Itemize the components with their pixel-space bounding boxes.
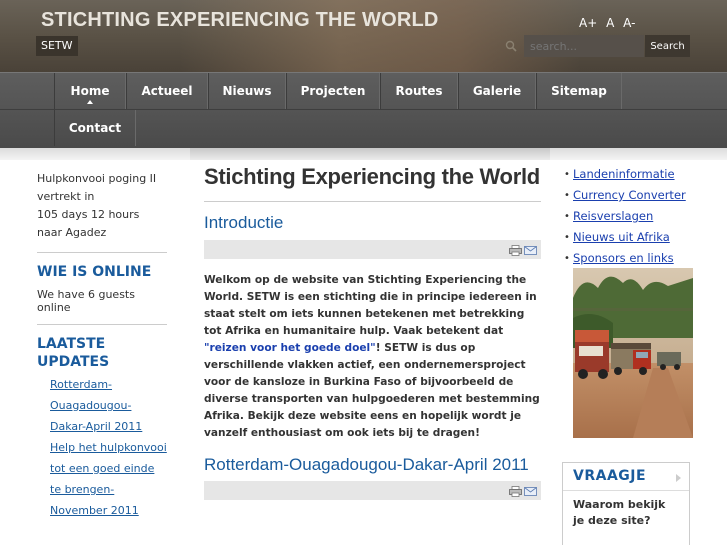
countdown-module: Hulpkonvooi poging II vertrekt in 105 da… bbox=[37, 170, 167, 242]
latest-updates-list: Rotterdam-Ouagadougou-Dakar-April 2011 H… bbox=[37, 374, 167, 521]
latest-updates-heading: LAATSTE UPDATES bbox=[37, 336, 110, 370]
nav-label: Galerie bbox=[472, 84, 522, 98]
quick-link[interactable]: Nieuws uit Afrika bbox=[573, 230, 670, 244]
site-abbreviation: SETW bbox=[36, 36, 78, 56]
nav-item-nieuws[interactable]: Nieuws bbox=[208, 73, 286, 109]
article-text: Welkom op de website van Stichting Exper… bbox=[204, 274, 537, 337]
main-navigation: Home Actueel Nieuws Projecten Routes Gal… bbox=[0, 72, 727, 148]
divider bbox=[37, 324, 167, 325]
truck-photo-image bbox=[573, 268, 693, 438]
right-sidebar: Landeninformatie Currency Converter Reis… bbox=[563, 164, 703, 269]
poll-question: Waarom bekijk je deze site? bbox=[573, 498, 666, 527]
search-icon bbox=[505, 40, 517, 52]
nav-label: Sitemap bbox=[551, 84, 607, 98]
list-item: Rotterdam-Ouagadougou-Dakar-April 2011 bbox=[37, 374, 167, 437]
countdown-line: naar Agadez bbox=[37, 226, 107, 239]
update-link[interactable]: Help het hulpkonvooi tot een goed einde … bbox=[50, 441, 167, 517]
countdown-line: 105 days 12 hours bbox=[37, 208, 140, 221]
countdown-line: Hulpkonvooi poging II bbox=[37, 172, 157, 185]
truck-photo bbox=[573, 268, 693, 438]
article-body: Welkom op de website van Stichting Exper… bbox=[204, 272, 541, 442]
nav-item-routes[interactable]: Routes bbox=[380, 73, 458, 109]
article-inline-link[interactable]: "reizen voor het goede doel" bbox=[204, 342, 376, 354]
poll-module: VRAAGJE Waarom bekijk je deze site? bbox=[562, 462, 690, 545]
main-content: Stichting Experiencing the World Introdu… bbox=[204, 166, 541, 500]
search-button[interactable]: Search bbox=[645, 35, 690, 57]
online-count: We have 6 guests online bbox=[37, 288, 135, 314]
quick-links-list: Landeninformatie Currency Converter Reis… bbox=[563, 164, 703, 269]
nav-label: Nieuws bbox=[222, 84, 272, 98]
list-item: Reisverslagen bbox=[563, 206, 703, 227]
nav-item-galerie[interactable]: Galerie bbox=[458, 73, 536, 109]
site-header: STICHTING EXPERIENCING THE WORLD SETW A+… bbox=[0, 0, 727, 72]
nav-item-home[interactable]: Home bbox=[54, 73, 126, 109]
article-toolbar bbox=[204, 481, 541, 500]
email-icon[interactable] bbox=[524, 246, 537, 255]
nav-label: Home bbox=[70, 84, 110, 98]
site-title[interactable]: STICHTING EXPERIENCING THE WORLD bbox=[41, 9, 439, 32]
article-toolbar bbox=[204, 240, 541, 259]
quick-link[interactable]: Sponsors en links bbox=[573, 251, 674, 265]
font-decrease-button[interactable]: A- bbox=[623, 16, 635, 30]
quick-link[interactable]: Currency Converter bbox=[573, 188, 686, 202]
nav-label: Contact bbox=[68, 121, 122, 135]
email-icon[interactable] bbox=[524, 487, 537, 496]
active-indicator-icon bbox=[87, 100, 93, 104]
article-title-link[interactable]: Introductie bbox=[204, 214, 541, 232]
article-title-link[interactable]: Rotterdam-Ouagadougou-Dakar-April 2011 bbox=[204, 456, 541, 473]
list-item: Help het hulpkonvooi tot een goed einde … bbox=[37, 437, 167, 521]
list-item: Currency Converter bbox=[563, 185, 703, 206]
font-increase-button[interactable]: A+ bbox=[579, 16, 597, 30]
font-size-controls: A+ A A- bbox=[579, 16, 640, 30]
quick-link[interactable]: Landeninformatie bbox=[573, 167, 675, 181]
list-item: Landeninformatie bbox=[563, 164, 703, 185]
nav-item-contact[interactable]: Contact bbox=[54, 110, 136, 146]
nav-label: Projecten bbox=[300, 84, 366, 98]
divider bbox=[204, 201, 541, 202]
nav-item-projecten[interactable]: Projecten bbox=[286, 73, 380, 109]
nav-item-actueel[interactable]: Actueel bbox=[126, 73, 208, 109]
print-icon[interactable] bbox=[509, 486, 522, 497]
nav-label: Actueel bbox=[141, 84, 193, 98]
search-input[interactable] bbox=[524, 35, 644, 57]
print-icon[interactable] bbox=[509, 245, 522, 256]
article-text: ! SETW is dus op verschillende vlakken a… bbox=[204, 342, 540, 439]
list-item: Nieuws uit Afrika bbox=[563, 227, 703, 248]
list-item: Sponsors en links bbox=[563, 248, 703, 269]
countdown-line: vertrekt in bbox=[37, 190, 95, 203]
nav-item-sitemap[interactable]: Sitemap bbox=[536, 73, 622, 109]
who-is-online-heading: WIE IS ONLINE bbox=[37, 264, 152, 280]
left-sidebar: Hulpkonvooi poging II vertrekt in 105 da… bbox=[37, 170, 167, 521]
page-title: Stichting Experiencing the World bbox=[204, 164, 540, 189]
chevron-right-icon[interactable] bbox=[676, 474, 681, 482]
update-link[interactable]: Rotterdam-Ouagadougou-Dakar-April 2011 bbox=[50, 378, 142, 433]
divider bbox=[37, 252, 167, 253]
content-shadow-strip bbox=[190, 148, 550, 160]
poll-heading: VRAAGJE bbox=[573, 468, 647, 484]
font-reset-button[interactable]: A bbox=[606, 16, 614, 30]
nav-label: Routes bbox=[395, 84, 443, 98]
quick-link[interactable]: Reisverslagen bbox=[573, 209, 653, 223]
